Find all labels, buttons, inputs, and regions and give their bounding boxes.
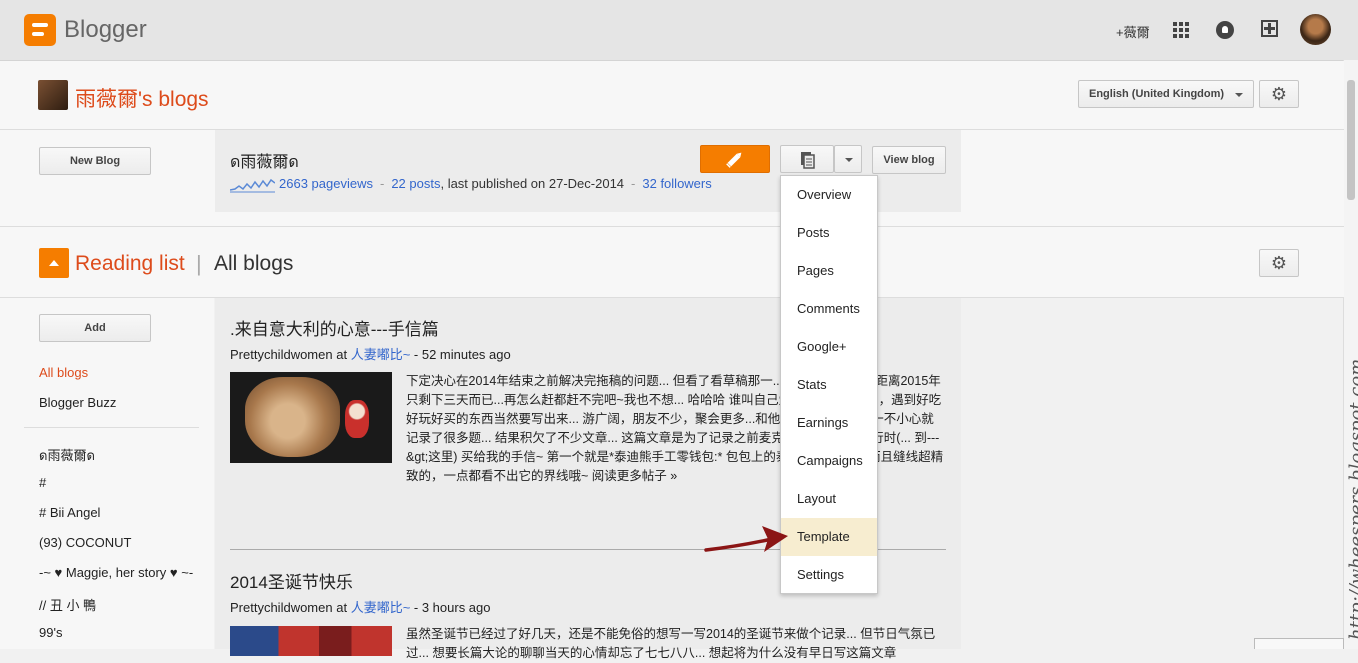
post-thumbnail-doll	[345, 400, 369, 438]
language-label: English (United Kingdom)	[1089, 88, 1225, 100]
gear-icon: ⚙	[1270, 253, 1288, 273]
blog-dropdown-menu: Overview Posts Pages Comments Google+ St…	[780, 175, 878, 594]
feedback-button[interactable]	[1254, 638, 1344, 649]
post-blog-link[interactable]: 人妻嘟比~	[351, 347, 411, 362]
sidebar-item-blog[interactable]: // 丑 小 鴨	[39, 595, 96, 614]
menu-item-pages[interactable]: Pages	[781, 252, 877, 290]
post-thumbnail-purse	[245, 377, 340, 457]
blogs-title: 雨薇爾's blogs	[75, 88, 209, 111]
chevron-down-icon	[845, 158, 853, 162]
reading-list-title[interactable]: Reading list	[75, 252, 185, 276]
post-author: Prettychildwomen	[230, 347, 333, 362]
copy-pages-icon	[801, 152, 815, 169]
annotation-arrow-icon	[704, 526, 788, 552]
posts-link[interactable]: 22 posts	[391, 176, 440, 191]
app-name[interactable]: Blogger	[64, 16, 147, 44]
menu-item-layout[interactable]: Layout	[781, 480, 877, 518]
reading-settings-button[interactable]: ⚙	[1259, 249, 1299, 277]
add-button[interactable]: Add	[39, 314, 151, 342]
view-blog-button[interactable]: View blog	[872, 146, 946, 174]
post-time: - 3 hours ago	[410, 600, 491, 615]
post-author: Prettychildwomen	[230, 600, 333, 615]
avatar[interactable]	[1300, 14, 1331, 45]
pencil-icon	[726, 152, 742, 168]
language-select[interactable]: English (United Kingdom)	[1078, 80, 1254, 108]
watermark: http://wheespers.blogspot.com	[1346, 358, 1358, 640]
post-meta: Prettychildwomen at 人妻嘟比~ - 52 minutes a…	[230, 347, 511, 362]
post-title[interactable]: .来自意大利的心意---手信篇	[230, 315, 439, 340]
new-blog-button[interactable]: New Blog	[39, 147, 151, 175]
sidebar-divider	[24, 427, 199, 428]
chevron-down-icon	[1235, 93, 1243, 97]
menu-item-google-plus[interactable]: Google+	[781, 328, 877, 366]
menu-item-template[interactable]: Template	[781, 518, 877, 556]
sidebar-item-blogger-buzz[interactable]: Blogger Buzz	[39, 395, 116, 410]
share-plus-icon[interactable]	[1261, 20, 1278, 37]
sidebar-item-blog[interactable]: 99's	[39, 625, 62, 640]
menu-item-overview[interactable]: Overview	[781, 176, 877, 214]
sidebar-item-blog[interactable]: -~ ♥ Maggie, her story ♥ ~-	[39, 565, 193, 580]
sidebar-item-blog[interactable]: ด雨薇爾ด	[39, 445, 95, 466]
menu-item-posts[interactable]: Posts	[781, 214, 877, 252]
menu-item-earnings[interactable]: Earnings	[781, 404, 877, 442]
sidebar-item-blog[interactable]: (93) COCONUT	[39, 535, 131, 550]
blog-menu-dropdown-button[interactable]	[834, 145, 862, 173]
new-post-button[interactable]	[700, 145, 770, 173]
post-time: - 52 minutes ago	[410, 347, 511, 362]
gear-icon: ⚙	[1270, 84, 1288, 104]
top-bar: Blogger +薇爾	[0, 0, 1358, 61]
scroll-thumb[interactable]	[1347, 80, 1355, 200]
blogger-logo-icon[interactable]	[24, 14, 56, 46]
sidebar-item-all-blogs[interactable]: All blogs	[39, 365, 88, 380]
apps-grid-icon[interactable]	[1173, 22, 1189, 38]
followers-link[interactable]: 32 followers	[642, 176, 711, 191]
sidebar-item-blog[interactable]: # Bii Angel	[39, 505, 100, 520]
reading-list-subtitle: All blogs	[214, 252, 294, 275]
settings-gear-button[interactable]: ⚙	[1259, 80, 1299, 108]
menu-item-comments[interactable]: Comments	[781, 290, 877, 328]
post-title[interactable]: 2014圣诞节快乐	[230, 568, 353, 593]
menu-item-campaigns[interactable]: Campaigns	[781, 442, 877, 480]
profile-avatar	[38, 80, 68, 110]
post-excerpt: 虽然圣诞节已经过了好几天，还是不能免俗的想写一写2014的圣诞节来做个记录...…	[406, 627, 936, 660]
notifications-icon[interactable]	[1216, 21, 1234, 39]
blog-stats: 2663 pageviews -22 posts, last published …	[230, 176, 712, 193]
title-divider: |	[196, 251, 202, 276]
user-name-link[interactable]: +薇爾	[1116, 22, 1150, 41]
post-thumbnail[interactable]	[230, 626, 392, 656]
menu-item-settings[interactable]: Settings	[781, 556, 877, 594]
reading-sidebar	[0, 298, 214, 649]
posts-list-button[interactable]	[780, 145, 834, 173]
post-blog-link[interactable]: 人妻嘟比~	[351, 600, 411, 615]
menu-item-stats[interactable]: Stats	[781, 366, 877, 404]
pageviews-sparkline-icon	[230, 178, 275, 193]
sidebar-item-blog[interactable]: #	[39, 475, 46, 490]
blog-name[interactable]: ด雨薇爾ด	[230, 148, 299, 175]
pageviews-link[interactable]: 2663 pageviews	[279, 176, 373, 191]
collapse-arrow-icon[interactable]	[39, 248, 69, 278]
last-published: , last published on 27-Dec-2014	[440, 176, 625, 191]
post-meta: Prettychildwomen at 人妻嘟比~ - 3 hours ago	[230, 600, 491, 615]
